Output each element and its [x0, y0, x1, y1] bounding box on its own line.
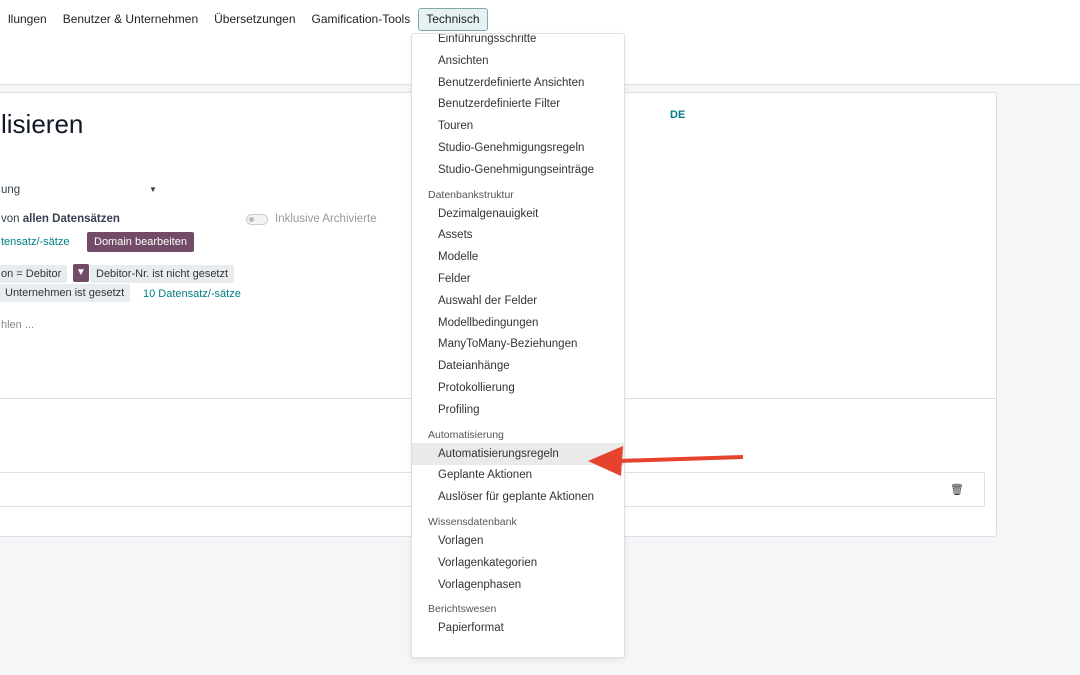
filter-chip[interactable]: Debitor-Nr. ist nicht gesetzt	[90, 265, 235, 283]
menu-item[interactable]: ManyToMany-Beziehungen	[412, 333, 624, 355]
menu-section-header: Berichtswesen	[428, 603, 497, 616]
menu-item[interactable]: Dateianhänge	[412, 355, 624, 377]
filter-chip[interactable]: on = Debitor	[0, 265, 68, 283]
menu-item[interactable]: Felder	[412, 268, 624, 290]
records-link[interactable]: tensatz/-sätze	[1, 236, 69, 248]
menu-item[interactable]: Assets	[412, 224, 624, 246]
menu-item[interactable]: Vorlagenkategorien	[412, 552, 624, 574]
menu-item[interactable]: Benutzerdefinierte Ansichten	[412, 72, 624, 94]
page-title: lisieren	[1, 109, 84, 139]
menu-item[interactable]: Studio-Genehmigungseinträge	[412, 159, 624, 181]
menu-item[interactable]: Vorlagenphasen	[412, 574, 624, 596]
menu-item[interactable]: Ansichten	[412, 50, 624, 72]
menu-item[interactable]: Vorlagen	[412, 530, 624, 552]
red-arrow-annotation	[588, 446, 744, 476]
technical-dropdown-menu: Einführungsschritte Ansichten Benutzerdefi…	[411, 33, 625, 658]
menu-item[interactable]: Studio-Genehmigungsregeln	[412, 137, 624, 159]
menu-item[interactable]: Auswahl der Felder	[412, 290, 624, 312]
menu-item[interactable]: Profiling	[412, 399, 624, 421]
field-placeholder[interactable]: hlen ...	[1, 319, 34, 331]
record-count-link[interactable]: 10 Datensatz/-sätze	[143, 288, 241, 300]
filter-chip[interactable]: Unternehmen ist gesetzt	[0, 284, 131, 302]
nav-gamification[interactable]: Gamification-Tools	[304, 9, 419, 30]
menu-item[interactable]: Benutzerdefinierte Filter	[412, 93, 624, 115]
nav-users-companies[interactable]: Benutzer & Unternehmen	[55, 9, 206, 30]
language-button[interactable]: DE	[670, 109, 685, 121]
archived-toggle[interactable]	[246, 214, 268, 225]
nav-technical[interactable]: Technisch	[418, 8, 488, 31]
nav-settings[interactable]: llungen	[0, 9, 55, 30]
menu-item[interactable]: Auslöser für geplante Aktionen	[412, 486, 624, 508]
menu-item[interactable]: Touren	[412, 115, 624, 137]
archived-label: Inklusive Archivierte	[275, 213, 377, 225]
menu-section-header: Wissensdatenbank	[428, 516, 517, 528]
menu-item[interactable]: Papierformat	[412, 617, 624, 639]
menu-item[interactable]: Modelle	[412, 246, 624, 268]
menu-item[interactable]: Dezimalgenauigkeit	[412, 203, 624, 225]
menu-section-header: Datenbankstruktur	[428, 188, 514, 201]
edit-domain-button[interactable]: Domain bearbeiten	[87, 232, 194, 252]
menu-item[interactable]: Protokollierung	[412, 377, 624, 399]
caret-down-icon: ▼	[149, 185, 157, 194]
trash-icon[interactable]: 🗑	[950, 483, 964, 496]
records-scope: von allen Datensätzen	[1, 213, 120, 225]
main-nav: llungen Benutzer & Unternehmen Übersetzu…	[0, 8, 488, 31]
menu-section-header: Automatisierung	[428, 428, 504, 441]
model-select[interactable]: ung ▼	[1, 184, 157, 196]
menu-item[interactable]: Modellbedingungen	[412, 312, 624, 334]
filter-icon: ▼	[73, 264, 89, 282]
menu-item[interactable]: Einführungsschritte	[412, 34, 624, 50]
model-select-value: ung	[1, 184, 21, 196]
nav-translations[interactable]: Übersetzungen	[206, 9, 303, 30]
